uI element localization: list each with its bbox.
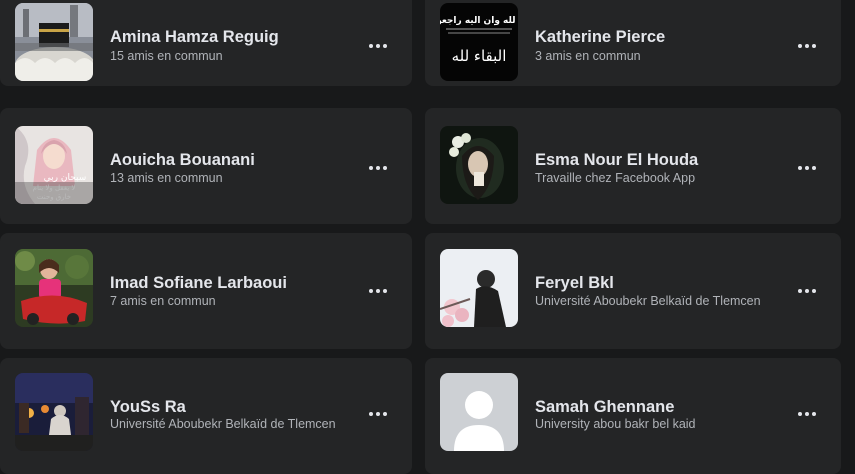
friend-subtitle: Université Aboubekr Belkaïd de Tlemcen xyxy=(110,417,336,431)
avatar[interactable] xyxy=(440,249,518,327)
more-dots-icon xyxy=(383,44,387,48)
avatar[interactable] xyxy=(15,3,93,81)
more-options-button[interactable] xyxy=(360,278,396,304)
friend-name[interactable]: Katherine Pierce xyxy=(535,28,665,47)
friend-name[interactable]: Feryel Bkl xyxy=(535,274,614,293)
friend-name[interactable]: YouSs Ra xyxy=(110,398,186,417)
more-dots-icon xyxy=(376,44,380,48)
friend-subtitle: University abou bakr bel kaid xyxy=(535,417,696,431)
more-options-button[interactable] xyxy=(789,278,825,304)
avatar[interactable]: ان لله وان اليه راجعون البقاء لله xyxy=(440,3,518,81)
avatar-text-1: سبحان ربي xyxy=(44,173,87,183)
more-dots-icon xyxy=(805,412,809,416)
friend-card[interactable]: Esma Nour El Houda Travaille chez Facebo… xyxy=(425,108,841,224)
friend-card[interactable]: Imad Sofiane Larbaoui 7 amis en commun xyxy=(0,233,412,349)
avatar-text-top: ان لله وان اليه راجعون xyxy=(440,16,518,26)
more-dots-icon xyxy=(798,166,802,170)
more-dots-icon xyxy=(383,289,387,293)
more-options-button[interactable] xyxy=(360,155,396,181)
friend-subtitle: 7 amis en commun xyxy=(110,294,216,308)
more-options-button[interactable] xyxy=(789,155,825,181)
avatar[interactable] xyxy=(15,373,93,451)
more-dots-icon xyxy=(376,166,380,170)
more-dots-icon xyxy=(369,412,373,416)
friend-subtitle: 15 amis en commun xyxy=(110,49,223,63)
default-profile-silhouette-icon xyxy=(440,373,518,451)
friend-card[interactable]: ان لله وان اليه راجعون البقاء لله Kather… xyxy=(425,0,841,86)
more-dots-icon xyxy=(383,412,387,416)
more-dots-icon xyxy=(369,166,373,170)
more-dots-icon xyxy=(812,44,816,48)
more-dots-icon xyxy=(805,44,809,48)
friend-subtitle: Université Aboubekr Belkaïd de Tlemcen xyxy=(535,294,761,308)
more-dots-icon xyxy=(805,289,809,293)
more-dots-icon xyxy=(798,289,802,293)
more-options-button[interactable] xyxy=(789,33,825,59)
friend-card[interactable]: Amina Hamza Reguig 15 amis en commun xyxy=(0,0,412,86)
more-dots-icon xyxy=(376,412,380,416)
avatar[interactable] xyxy=(440,126,518,204)
more-options-button[interactable] xyxy=(360,33,396,59)
more-dots-icon xyxy=(812,289,816,293)
avatar-text-main: البقاء لله xyxy=(452,47,507,65)
more-dots-icon xyxy=(376,289,380,293)
friend-subtitle: 13 amis en commun xyxy=(110,171,223,185)
more-dots-icon xyxy=(805,166,809,170)
friend-name[interactable]: Esma Nour El Houda xyxy=(535,151,698,170)
more-dots-icon xyxy=(812,412,816,416)
more-dots-icon xyxy=(369,44,373,48)
more-dots-icon xyxy=(798,44,802,48)
more-options-button[interactable] xyxy=(789,401,825,427)
friend-card[interactable]: YouSs Ra Université Aboubekr Belkaïd de … xyxy=(0,358,412,474)
friend-subtitle: 3 amis en commun xyxy=(535,49,641,63)
friend-name[interactable]: Samah Ghennane xyxy=(535,398,674,417)
avatar[interactable] xyxy=(440,373,518,451)
friend-card[interactable]: Samah Ghennane University abou bakr bel … xyxy=(425,358,841,474)
friend-name[interactable]: Imad Sofiane Larbaoui xyxy=(110,274,287,293)
more-dots-icon xyxy=(812,166,816,170)
more-dots-icon xyxy=(369,289,373,293)
friend-card[interactable]: Feryel Bkl Université Aboubekr Belkaïd d… xyxy=(425,233,841,349)
friend-name[interactable]: Aouicha Bouanani xyxy=(110,151,255,170)
more-options-button[interactable] xyxy=(360,401,396,427)
more-dots-icon xyxy=(798,412,802,416)
friend-subtitle: Travaille chez Facebook App xyxy=(535,171,696,185)
avatar[interactable] xyxy=(15,249,93,327)
more-dots-icon xyxy=(383,166,387,170)
friend-name[interactable]: Amina Hamza Reguig xyxy=(110,28,279,47)
avatar[interactable]: سبحان ربي لا يغفل ولا ينام خارق وحنت xyxy=(15,126,93,204)
friend-card[interactable]: سبحان ربي لا يغفل ولا ينام خارق وحنت Aou… xyxy=(0,108,412,224)
